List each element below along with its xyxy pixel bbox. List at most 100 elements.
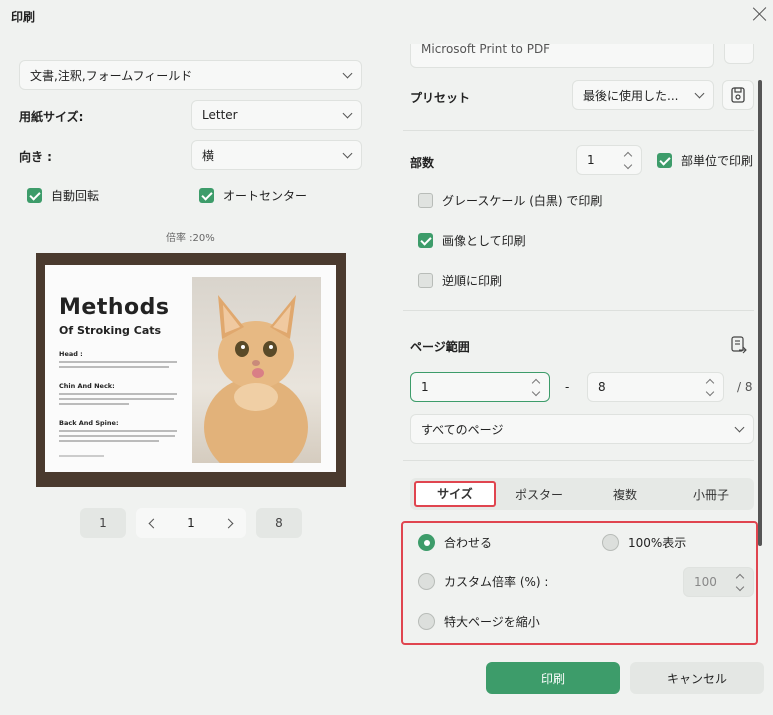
preview-text-line <box>59 440 159 442</box>
custom-scale-value: 100 <box>694 575 717 589</box>
collate-option[interactable]: 部単位で印刷 <box>657 152 753 169</box>
print-preview: Methods Of Stroking Cats Head : Chin And… <box>36 253 346 487</box>
content-select[interactable]: 文書,注釈,フォームフィールド <box>19 60 362 90</box>
chevron-down-icon <box>342 108 353 118</box>
chevron-right-icon[interactable] <box>223 518 234 528</box>
chevron-left-icon[interactable] <box>148 518 159 528</box>
reverse-label: 逆順に印刷 <box>442 274 503 288</box>
custom-scale-radio[interactable] <box>418 573 435 590</box>
auto-rotate-checkbox[interactable] <box>27 188 42 203</box>
preview-title: Methods <box>59 295 170 320</box>
divider <box>403 130 754 131</box>
paper-size-value: Letter <box>202 108 238 122</box>
fit-radio[interactable] <box>418 534 435 551</box>
shrink-radio[interactable] <box>418 613 435 630</box>
content-select-value: 文書,注釈,フォームフィールド <box>30 68 193 83</box>
preview-heading-chin: Chin And Neck: <box>59 382 115 390</box>
printer-settings-button[interactable] <box>724 44 754 64</box>
preview-text-line <box>59 361 177 363</box>
auto-rotate-label: 自動回転 <box>51 189 100 203</box>
chevron-down-icon <box>694 88 705 98</box>
preview-text-line <box>59 430 177 432</box>
scrollbar[interactable] <box>758 80 762 546</box>
paper-size-label: 用紙サイズ: <box>19 110 84 124</box>
preview-text-line <box>59 403 129 405</box>
chevron-down-icon <box>734 422 745 432</box>
custom-scale-input[interactable]: 100 <box>683 567 754 597</box>
printer-select[interactable]: Microsoft Print to PDF <box>410 41 714 68</box>
divider <box>403 310 754 311</box>
fit-option[interactable]: 合わせる <box>418 534 492 551</box>
actual-size-option[interactable]: 100%表示 <box>602 534 686 551</box>
first-page-button[interactable]: 1 <box>80 508 126 538</box>
stepper-arrows[interactable] <box>531 378 541 396</box>
print-button[interactable]: 印刷 <box>486 662 620 694</box>
cat-photo <box>192 277 321 463</box>
grayscale-checkbox[interactable] <box>418 193 433 208</box>
range-total: / 8 <box>737 380 753 394</box>
cat-illustration <box>204 295 308 463</box>
current-page[interactable]: 1 <box>187 516 195 530</box>
reverse-checkbox[interactable] <box>418 273 433 288</box>
chevron-down-icon <box>342 148 353 158</box>
auto-rotate-option[interactable]: 自動回転 <box>27 187 99 204</box>
copies-label: 部数 <box>410 156 435 170</box>
range-to-value: 8 <box>598 380 606 394</box>
divider <box>403 460 754 461</box>
chevron-down-icon <box>342 68 353 78</box>
save-icon <box>731 87 745 103</box>
custom-scale-option[interactable]: カスタム倍率 (%) : <box>418 573 548 590</box>
preset-value: 最後に使用した... <box>583 88 679 103</box>
tab-size[interactable]: サイズ <box>414 481 496 507</box>
range-from-value: 1 <box>421 380 429 394</box>
actual-size-radio[interactable] <box>602 534 619 551</box>
stepper-arrows[interactable] <box>735 573 745 591</box>
orientation-select[interactable]: 横 <box>191 140 362 170</box>
copies-stepper[interactable]: 1 <box>576 145 642 175</box>
page-range-icon[interactable] <box>731 336 747 357</box>
range-select[interactable]: すべてのページ <box>410 414 754 444</box>
auto-center-option[interactable]: オートセンター <box>199 187 307 204</box>
as-image-option[interactable]: 画像として印刷 <box>418 232 526 249</box>
as-image-checkbox[interactable] <box>418 233 433 248</box>
orientation-label: 向き : <box>19 150 52 164</box>
preset-select[interactable]: 最後に使用した... <box>572 80 714 110</box>
layout-tabs: サイズ ポスター 複数 小冊子 <box>410 478 754 510</box>
preview-page: Methods Of Stroking Cats Head : Chin And… <box>45 265 336 472</box>
range-dash: - <box>565 380 570 394</box>
grayscale-option[interactable]: グレースケール (白黒) で印刷 <box>418 192 602 209</box>
preview-subtitle: Of Stroking Cats <box>59 324 162 337</box>
preview-text-line <box>59 393 177 395</box>
preview-heading-head: Head : <box>59 350 83 358</box>
collate-label: 部単位で印刷 <box>681 154 754 168</box>
range-to-input[interactable]: 8 <box>587 372 724 402</box>
copies-value: 1 <box>587 153 595 167</box>
orientation-value: 横 <box>202 148 215 163</box>
range-from-input[interactable]: 1 <box>410 372 550 402</box>
tab-poster[interactable]: ポスター <box>496 486 582 503</box>
paper-size-select[interactable]: Letter <box>191 100 362 130</box>
save-preset-button[interactable] <box>722 80 754 110</box>
close-icon[interactable] <box>752 6 768 22</box>
preset-label: プリセット <box>410 91 471 105</box>
printer-value: Microsoft Print to PDF <box>421 41 551 56</box>
shrink-label: 特大ページを縮小 <box>444 615 540 629</box>
cancel-button[interactable]: キャンセル <box>630 662 764 694</box>
stepper-arrows[interactable] <box>623 151 633 169</box>
tab-multiple[interactable]: 複数 <box>582 486 668 503</box>
dialog-title: 印刷 <box>11 10 36 24</box>
custom-scale-label: カスタム倍率 (%) : <box>444 575 549 589</box>
actual-size-label: 100%表示 <box>628 536 687 550</box>
stepper-arrows[interactable] <box>705 378 715 396</box>
tab-booklet[interactable]: 小冊子 <box>668 486 754 503</box>
preview-text-line <box>59 435 175 437</box>
preview-text-line <box>59 366 169 368</box>
shrink-option[interactable]: 特大ページを縮小 <box>418 613 540 630</box>
grayscale-label: グレースケール (白黒) で印刷 <box>442 194 603 208</box>
auto-center-label: オートセンター <box>223 189 308 203</box>
collate-checkbox[interactable] <box>657 153 672 168</box>
last-page-button[interactable]: 8 <box>256 508 302 538</box>
preview-text-line <box>59 398 174 400</box>
reverse-option[interactable]: 逆順に印刷 <box>418 272 502 289</box>
auto-center-checkbox[interactable] <box>199 188 214 203</box>
